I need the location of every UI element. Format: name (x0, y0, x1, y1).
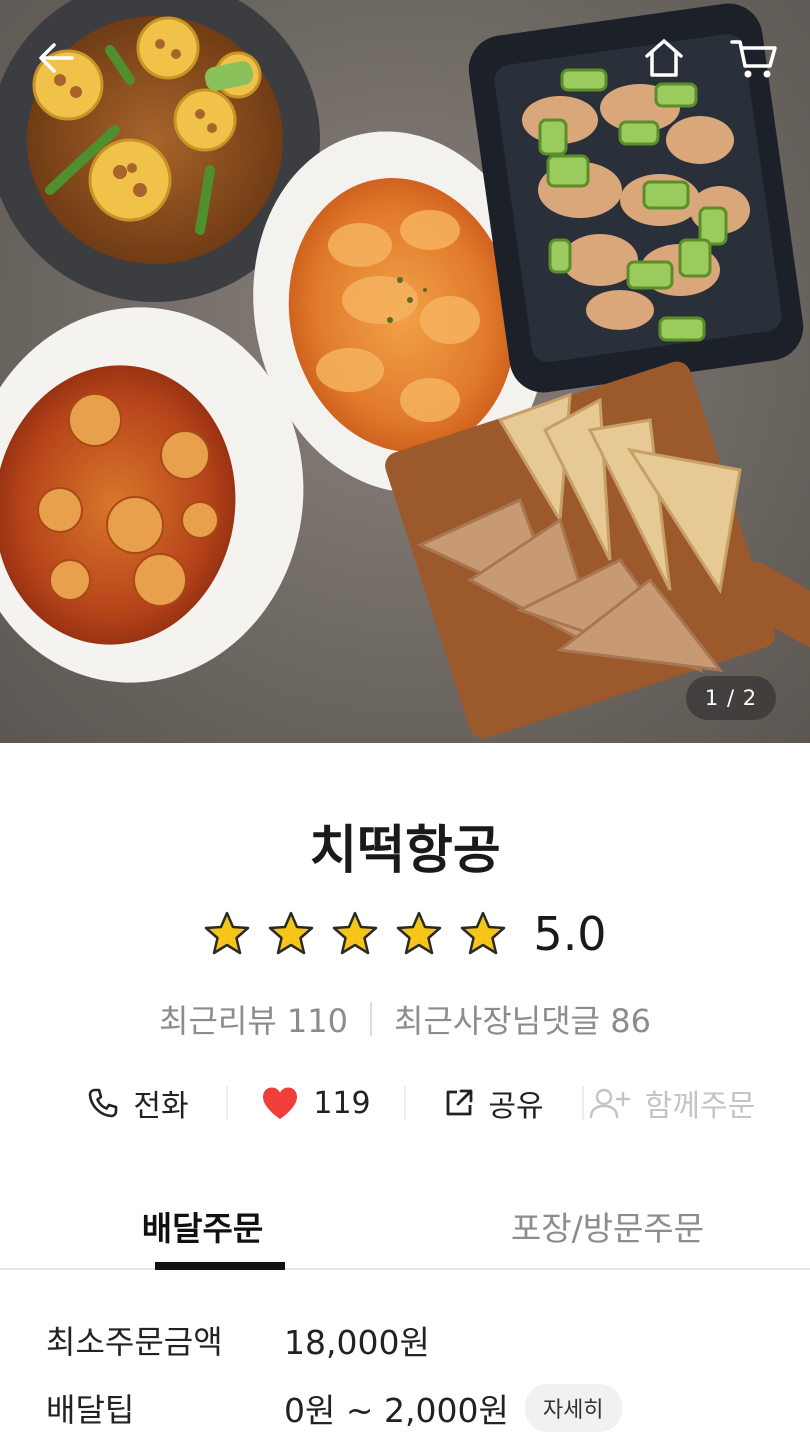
back-button[interactable] (24, 26, 88, 90)
divider (370, 1002, 373, 1036)
phone-icon (89, 1088, 118, 1118)
tab-label: 포장/방문주문 (510, 1209, 705, 1248)
arrow-left-icon (39, 43, 74, 73)
rating-stars (203, 910, 507, 958)
share-label: 공유 (488, 1089, 544, 1124)
active-tab-indicator (155, 1262, 285, 1270)
call-label: 전화 (133, 1089, 189, 1124)
tab-pickup-order[interactable]: 포장/방문주문 (405, 1188, 810, 1268)
action-bar: 전화 119 공유 함께주문 (50, 1078, 760, 1128)
rating-row: 5.0 (0, 902, 810, 966)
star-icon (397, 911, 442, 955)
tab-label: 배달주문 (141, 1209, 264, 1248)
group-order-label: 함께주문 (644, 1089, 756, 1124)
store-name: 치떡항공 (309, 821, 501, 881)
cart-icon (730, 40, 777, 78)
cart-button[interactable] (722, 26, 786, 90)
min-order-row: 최소주문금액 18,000원 (46, 1316, 766, 1364)
like-button[interactable]: 119 (228, 1086, 404, 1121)
food-photo (0, 0, 810, 739)
delivery-tip-row: 배달팁 0원 ~ 2,000원 자세히 (46, 1384, 766, 1432)
min-order-value: 18,000원 (284, 1323, 430, 1362)
delivery-tip-label: 배달팁 (46, 1391, 135, 1429)
home-icon (645, 39, 683, 77)
add-user-icon (589, 1088, 630, 1119)
delivery-tip-value: 0원 ~ 2,000원 (284, 1391, 509, 1430)
owner-replies-link[interactable]: 최근사장님댓글 86 (394, 996, 651, 1042)
share-button[interactable]: 공유 (406, 1081, 582, 1125)
rating-value: 5.0 (533, 907, 607, 961)
delivery-tip-detail-button[interactable]: 자세히 (524, 1384, 622, 1432)
star-icon (269, 911, 314, 955)
image-page-indicator: 1 / 2 (686, 676, 776, 720)
share-icon (446, 1089, 473, 1116)
call-button[interactable]: 전화 (50, 1081, 226, 1125)
heart-icon (263, 1087, 298, 1119)
tab-delivery-order[interactable]: 배달주문 (0, 1188, 405, 1268)
star-icon (205, 911, 250, 955)
like-count: 119 (313, 1085, 371, 1121)
star-icon (333, 911, 378, 955)
min-order-label: 최소주문금액 (46, 1323, 223, 1361)
group-order-button[interactable]: 함께주문 (584, 1081, 760, 1125)
hero-image[interactable]: 1 / 2 (0, 0, 810, 743)
order-type-tabs: 배달주문 포장/방문주문 (0, 1188, 810, 1270)
star-icon (461, 911, 506, 955)
review-summary: 최근리뷰 110 최근사장님댓글 86 (0, 996, 810, 1042)
recent-reviews-link[interactable]: 최근리뷰 110 (159, 996, 348, 1042)
home-button[interactable] (632, 26, 696, 90)
